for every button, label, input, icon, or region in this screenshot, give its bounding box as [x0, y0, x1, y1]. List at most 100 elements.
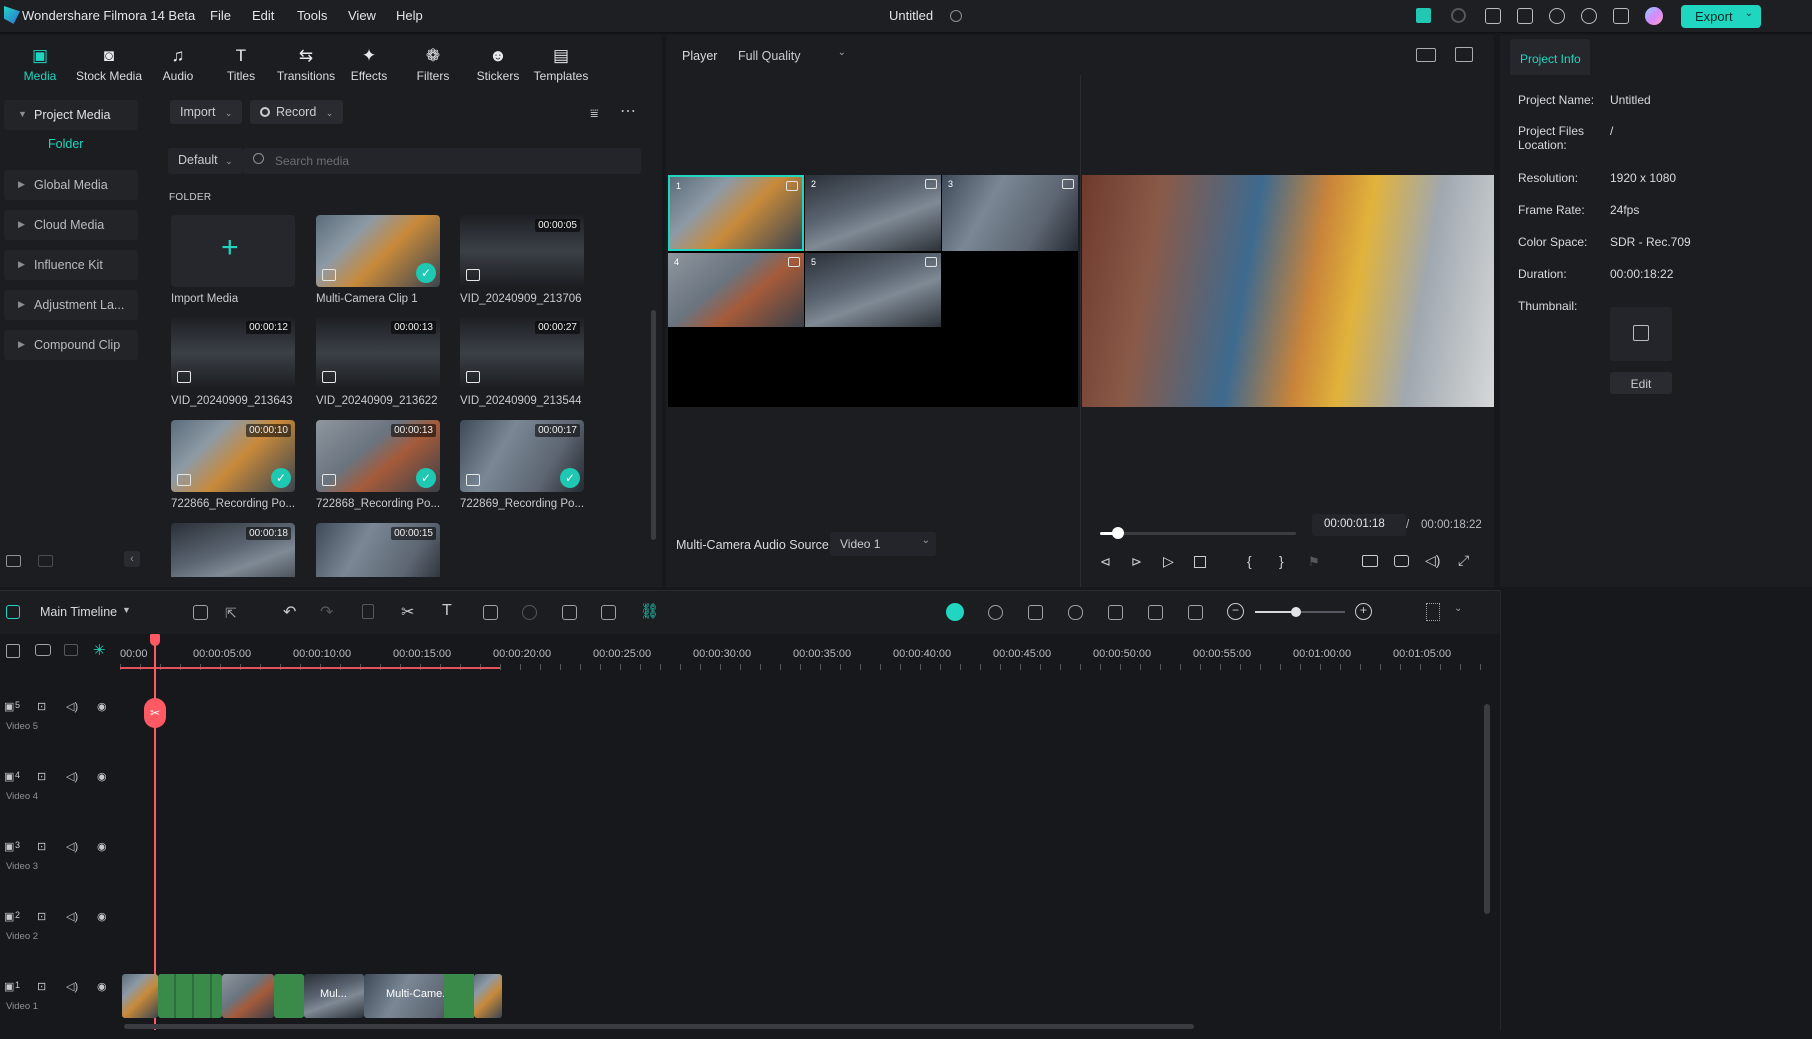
crop-icon[interactable]: [483, 605, 498, 620]
tab-titles[interactable]: T Titles: [205, 43, 277, 84]
timeline-clip[interactable]: [474, 974, 502, 1018]
tab-transitions[interactable]: ⇆ Transitions: [270, 43, 342, 84]
camera-angle-3[interactable]: 3: [942, 175, 1078, 251]
gift-icon[interactable]: [1416, 8, 1431, 23]
volume-icon[interactable]: ◁): [66, 980, 78, 993]
timeline-vertical-scrollbar[interactable]: [1484, 704, 1490, 914]
search-input[interactable]: Search media: [243, 148, 641, 174]
media-item-video[interactable]: 00:00:10 ✓ 722866_Recording Po...: [171, 420, 297, 510]
audio-source-dropdown[interactable]: Video 1 ⌄: [830, 532, 936, 556]
step-back-icon[interactable]: ⊲: [1100, 554, 1111, 570]
tab-stock-media[interactable]: ◙ Stock Media: [73, 43, 145, 84]
volume-icon[interactable]: ◁): [66, 910, 78, 923]
collapse-sidebar-icon[interactable]: ‹: [124, 551, 140, 567]
timeline-horizontal-scrollbar[interactable]: [124, 1024, 1194, 1029]
media-item-video[interactable]: 00:00:15: [316, 523, 442, 577]
media-item-multicam[interactable]: ✓ Multi-Camera Clip 1: [316, 215, 442, 305]
media-item-video[interactable]: 00:00:12 VID_20240909_213643: [171, 317, 297, 407]
menu-view[interactable]: View: [348, 8, 376, 23]
timeline-name[interactable]: Main Timeline: [40, 605, 117, 619]
import-button[interactable]: Import ⌄: [170, 100, 243, 124]
zoom-in-icon[interactable]: +: [1355, 603, 1372, 620]
tab-filters[interactable]: ❁ Filters: [397, 43, 469, 84]
tab-effects[interactable]: ✦ Effects: [333, 43, 405, 84]
sidebar-item-adjustment-layer[interactable]: ▶ Adjustment La...: [4, 290, 138, 320]
eye-icon[interactable]: ◉: [97, 980, 107, 993]
filter-icon[interactable]: ⩸: [590, 105, 599, 122]
timeline-ruler[interactable]: 00:00 00:00:05:00 00:00:10:00 00:00:15:0…: [120, 634, 1500, 670]
menu-edit[interactable]: Edit: [252, 8, 274, 23]
multicam-grid-icon[interactable]: [1416, 48, 1436, 62]
redo-icon[interactable]: ↷: [320, 602, 333, 622]
thumbnail-box[interactable]: [1610, 307, 1672, 361]
export-button[interactable]: Export ⌄: [1681, 5, 1761, 28]
shield-icon[interactable]: [1028, 605, 1043, 620]
camera-angle-4[interactable]: 4: [668, 253, 804, 327]
color-icon[interactable]: [522, 605, 537, 620]
microphone-icon[interactable]: [1068, 605, 1083, 620]
lock-icon[interactable]: ⊡: [37, 910, 46, 923]
record-button[interactable]: Record ⌄: [250, 100, 344, 124]
link-track-icon[interactable]: [35, 644, 51, 656]
camera-angle-2[interactable]: 2: [805, 175, 941, 251]
tab-project-info[interactable]: Project Info: [1510, 39, 1590, 75]
text-tool-icon[interactable]: T: [442, 602, 452, 620]
tab-audio[interactable]: ♫ Audio: [142, 43, 214, 84]
sidebar-item-project-media[interactable]: ▼ Project Media: [4, 100, 138, 130]
grid-view-icon[interactable]: [1426, 603, 1440, 621]
timeline-clip[interactable]: [274, 974, 304, 1018]
circle-status-icon[interactable]: [1451, 8, 1466, 23]
mark-in-icon[interactable]: {: [1247, 553, 1252, 569]
zoom-handle[interactable]: [1291, 607, 1301, 617]
lock-icon[interactable]: ⊡: [37, 980, 46, 993]
home-icon[interactable]: [6, 605, 20, 619]
preview-video[interactable]: [1082, 175, 1494, 407]
timeline-clip[interactable]: [122, 974, 158, 1018]
timeline-clip[interactable]: [158, 974, 222, 1018]
display-icon[interactable]: [1362, 555, 1378, 567]
media-item-video[interactable]: 00:00:05 VID_20240909_213706: [460, 215, 586, 305]
scrubber-handle[interactable]: [1111, 527, 1124, 539]
scissors-cursor-icon[interactable]: ✂: [144, 698, 166, 728]
menu-help[interactable]: Help: [396, 8, 423, 23]
snapshot-icon[interactable]: [1394, 555, 1409, 567]
camera-angle-1[interactable]: 1: [668, 175, 804, 251]
volume-icon[interactable]: ◁): [66, 770, 78, 783]
undo-icon[interactable]: ↶: [283, 602, 296, 622]
headset-icon[interactable]: [1581, 8, 1597, 24]
pip-icon[interactable]: [1148, 605, 1163, 620]
layout-grid-icon[interactable]: [193, 605, 208, 620]
current-time-box[interactable]: 00:00:01:18: [1312, 514, 1406, 536]
split-screen-icon[interactable]: [1188, 605, 1203, 620]
tab-templates[interactable]: ▤ Templates: [525, 43, 597, 84]
sidebar-item-compound-clip[interactable]: ▶ Compound Clip: [4, 330, 138, 360]
step-forward-icon[interactable]: ⊳: [1131, 554, 1142, 570]
thumbnail-edit-button[interactable]: Edit: [1610, 372, 1672, 394]
ai-toggle-icon[interactable]: [946, 603, 964, 621]
media-item-video[interactable]: 00:00:13 ✓ 722868_Recording Po...: [316, 420, 442, 510]
new-folder-icon[interactable]: [6, 555, 21, 567]
media-item-import[interactable]: + Import Media: [171, 215, 297, 305]
scope-icon[interactable]: [1455, 47, 1473, 62]
tab-media[interactable]: ▣ Media: [4, 43, 76, 84]
replace-icon[interactable]: [601, 605, 616, 620]
camera-angle-5[interactable]: 5: [805, 253, 941, 327]
media-scrollbar[interactable]: [651, 310, 656, 540]
cloud-upload-icon[interactable]: [1549, 8, 1565, 24]
media-item-video[interactable]: 00:00:13 VID_20240909_213622: [316, 317, 442, 407]
track-layout-icon[interactable]: [64, 644, 78, 656]
volume-icon[interactable]: ◁): [66, 700, 78, 713]
timeline-clip[interactable]: [222, 974, 274, 1018]
sidebar-folder[interactable]: Folder: [48, 137, 83, 151]
media-item-video[interactable]: 00:00:27 VID_20240909_213544: [460, 317, 586, 407]
avatar[interactable]: [1645, 7, 1663, 25]
eye-icon[interactable]: ◉: [97, 700, 107, 713]
render-icon[interactable]: [988, 605, 1003, 620]
eye-icon[interactable]: ◉: [97, 840, 107, 853]
play-icon[interactable]: ▷: [1163, 553, 1174, 570]
volume-icon[interactable]: ◁): [66, 840, 78, 853]
eye-icon[interactable]: ◉: [97, 910, 107, 923]
stop-icon[interactable]: [1194, 556, 1206, 568]
fullscreen-icon[interactable]: ⤢: [1458, 552, 1469, 569]
sidebar-item-influence-kit[interactable]: ▶ Influence Kit: [4, 250, 138, 280]
